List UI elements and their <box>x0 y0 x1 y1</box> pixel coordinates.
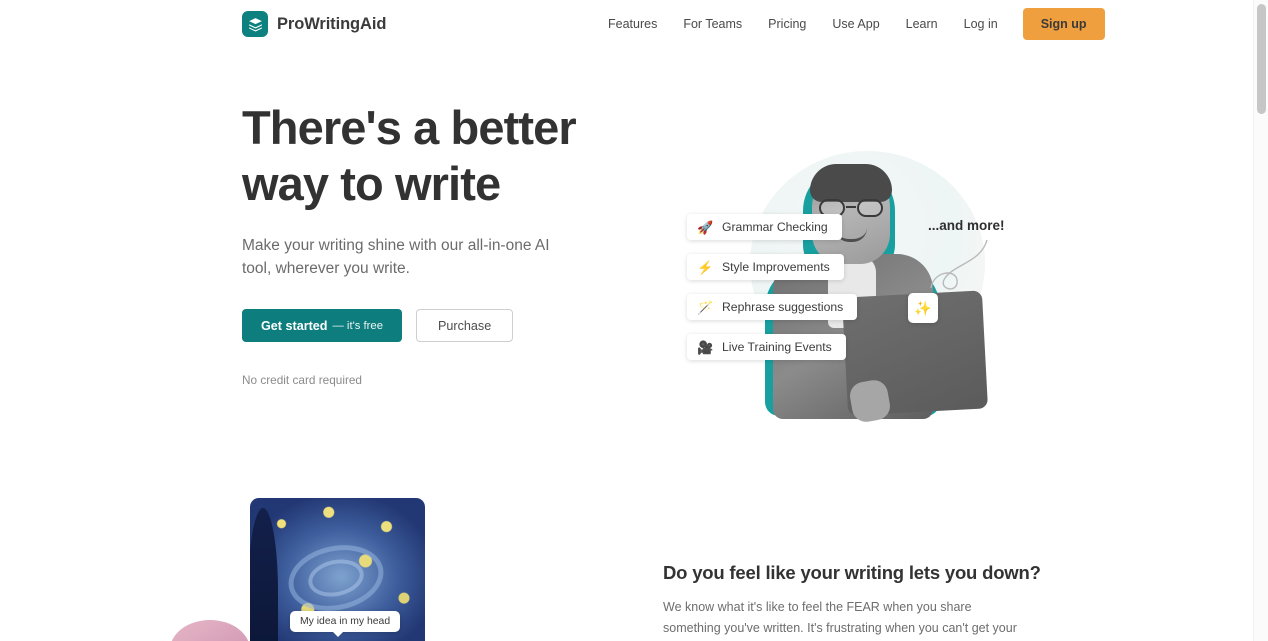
hero-illustration: ...and more! ✨ 🚀 Grammar Checking ⚡ Styl… <box>655 96 1055 436</box>
purchase-button[interactable]: Purchase <box>416 309 514 342</box>
hero-title-line-1: There's a better <box>242 101 577 154</box>
sparkles-icon: ✨ <box>908 293 938 323</box>
get-started-label: Get started <box>261 318 328 333</box>
feature-chip-list: 🚀 Grammar Checking ⚡ Style Improvements … <box>687 214 858 360</box>
decorative-circle <box>170 620 250 641</box>
cypress-tree-shape <box>250 508 278 641</box>
feature-chip-grammar-checking[interactable]: 🚀 Grammar Checking <box>687 214 842 240</box>
starry-night-image: My idea in my head <box>250 498 425 641</box>
section2-title: Do you feel like your writing lets you d… <box>663 562 1041 583</box>
idea-caption-bubble: My idea in my head <box>290 611 401 637</box>
feature-chip-live-training-events[interactable]: 🎥 Live Training Events <box>687 334 846 360</box>
nav-item-pricing[interactable]: Pricing <box>755 11 819 37</box>
lightning-icon: ⚡ <box>697 259 714 275</box>
feature-chip-rephrase-suggestions[interactable]: 🪄 Rephrase suggestions <box>687 294 858 320</box>
feature-chip-label: Live Training Events <box>722 340 832 354</box>
feature-chip-label: Grammar Checking <box>722 220 828 234</box>
section2-copy: Do you feel like your writing lets you d… <box>663 562 1041 641</box>
nav-item-for-teams[interactable]: For Teams <box>670 11 755 37</box>
book-stack-icon <box>242 11 268 37</box>
feature-chip-style-improvements[interactable]: ⚡ Style Improvements <box>687 254 844 280</box>
hero-title-line-2: way to write <box>242 157 501 210</box>
scrollbar-thumb[interactable] <box>1257 4 1266 114</box>
nav-item-use-app[interactable]: Use App <box>819 11 892 37</box>
sign-up-button[interactable]: Sign up <box>1022 8 1105 40</box>
page-root: ProWritingAid Features For Teams Pricing… <box>0 0 1268 641</box>
site-header: ProWritingAid Features For Teams Pricing… <box>0 0 1253 48</box>
hero-section: There's a better way to write Make your … <box>0 48 1253 500</box>
get-started-button[interactable]: Get started — it's free <box>242 309 402 342</box>
section2-body: We know what it's like to feel the FEAR … <box>663 600 1017 635</box>
hero-copy: There's a better way to write Make your … <box>242 100 642 387</box>
hero-cta-group: Get started — it's free Purchase <box>242 309 642 342</box>
feature-chip-label: Rephrase suggestions <box>722 300 844 314</box>
nav-item-features[interactable]: Features <box>595 11 670 37</box>
magic-wand-icon: 🪄 <box>697 299 714 315</box>
feature-chip-label: Style Improvements <box>722 260 830 274</box>
writing-lets-you-down-section: My idea in my head Do you feel like your… <box>0 492 1253 641</box>
video-camera-icon: 🎥 <box>697 339 714 355</box>
hero-title: There's a better way to write <box>242 100 642 212</box>
get-started-free-note: — it's free <box>332 319 384 332</box>
main-navigation: Features For Teams Pricing Use App Learn… <box>595 0 1105 48</box>
and-more-label: ...and more! <box>928 218 1005 233</box>
person-hair <box>810 164 892 202</box>
nav-item-log-in[interactable]: Log in <box>951 11 1011 37</box>
brand-name: ProWritingAid <box>277 14 387 33</box>
page-scrollbar[interactable] <box>1253 0 1268 641</box>
hero-subtitle: Make your writing shine with our all-in-… <box>242 237 550 277</box>
rocket-icon: 🚀 <box>697 219 714 235</box>
no-credit-card-note: No credit card required <box>242 373 362 387</box>
nav-item-learn[interactable]: Learn <box>893 11 951 37</box>
brand-logo-link[interactable]: ProWritingAid <box>242 11 386 37</box>
